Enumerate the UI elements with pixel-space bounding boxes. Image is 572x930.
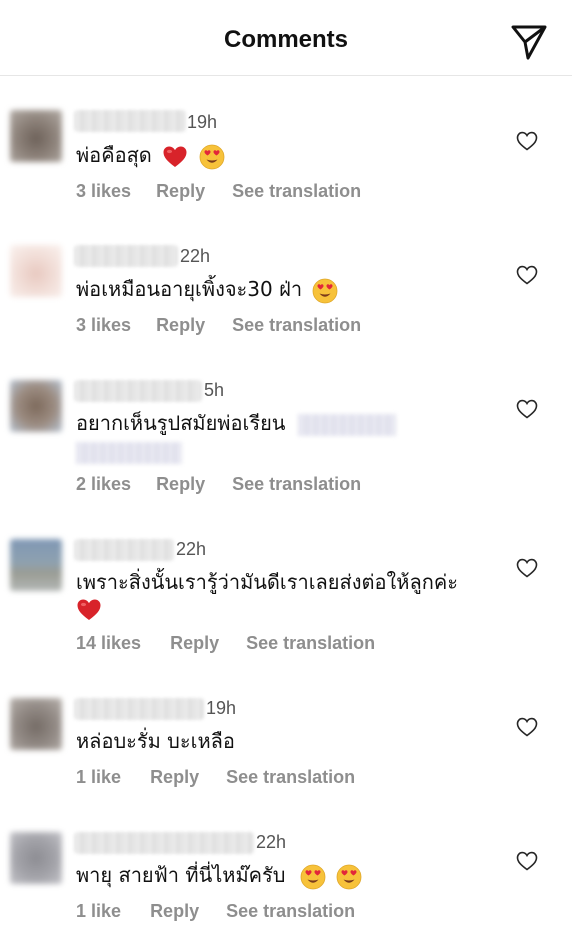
see-translation-button[interactable]: See translation [232, 474, 361, 494]
comment-body: หล่อบะรั่ม บะเหลือ [76, 729, 235, 753]
mention-blurred[interactable] [297, 413, 396, 436]
comment-actions: 14 likes Reply See translation [76, 633, 375, 654]
red-heart-icon [76, 597, 102, 623]
like-heart-icon[interactable] [516, 131, 538, 151]
reply-button[interactable]: Reply [156, 181, 205, 201]
reply-button[interactable]: Reply [150, 767, 199, 787]
comment-timestamp: 19h [187, 112, 218, 132]
reply-button[interactable]: Reply [156, 315, 205, 335]
avatar[interactable] [10, 110, 62, 162]
likes-count[interactable]: 3 likes [76, 181, 131, 201]
comment-text-line2 [76, 594, 102, 623]
username-blurred[interactable] [74, 539, 174, 561]
red-heart-icon [162, 144, 188, 170]
comment-timestamp: 19h [206, 698, 237, 718]
likes-count[interactable]: 3 likes [76, 315, 131, 335]
username-blurred[interactable] [74, 698, 204, 720]
comment-actions: 1 like Reply See translation [76, 901, 355, 922]
header: Comments [0, 0, 572, 76]
comment-text: อยากเห็นรูปสมัยพ่อเรียน [76, 409, 396, 437]
like-heart-icon[interactable] [516, 558, 538, 578]
comment-text-line2 [76, 437, 182, 465]
heart-eyes-icon [312, 278, 338, 304]
comment-body: พ่อคือสุด [76, 143, 152, 167]
comment-actions: 3 likes Reply See translation [76, 181, 361, 202]
comment-body: พายุ สายฟ้า ที่นี่ไหม๊ครับ [76, 863, 286, 887]
like-heart-icon[interactable] [516, 399, 538, 419]
comment-actions: 1 like Reply See translation [76, 767, 355, 788]
username-blurred[interactable] [74, 110, 186, 132]
like-heart-icon[interactable] [516, 851, 538, 871]
comment-text: หล่อบะรั่ม บะเหลือ [76, 727, 235, 755]
comment-actions: 2 likes Reply See translation [76, 474, 361, 495]
like-heart-icon[interactable] [516, 717, 538, 737]
comment-text: พายุ สายฟ้า ที่นี่ไหม๊ครับ [76, 861, 362, 890]
comment-body: อยากเห็นรูปสมัยพ่อเรียน [76, 411, 286, 435]
comment-text: เพราะสิ่งนั้นเรารู้ว่ามันดีเราเลยส่งต่อใ… [76, 568, 458, 596]
comment-body: พ่อเหมือนอายุเพิ้งจะ30 ฝ่า [76, 277, 303, 301]
heart-eyes-icon [199, 144, 225, 170]
username-blurred[interactable] [74, 832, 254, 854]
comment-body: เพราะสิ่งนั้นเรารู้ว่ามันดีเราเลยส่งต่อใ… [76, 570, 458, 594]
reply-button[interactable]: Reply [170, 633, 219, 653]
heart-eyes-icon [300, 864, 326, 890]
like-heart-icon[interactable] [516, 265, 538, 285]
comment-timestamp: 22h [256, 832, 287, 852]
reply-button[interactable]: Reply [156, 474, 205, 494]
comment-text: พ่อเหมือนอายุเพิ้งจะ30 ฝ่า [76, 275, 338, 304]
comment-timestamp: 5h [204, 380, 225, 400]
see-translation-button[interactable]: See translation [232, 315, 361, 335]
page-title: Comments [223, 26, 349, 53]
reply-button[interactable]: Reply [150, 901, 199, 921]
comment-text: พ่อคือสุด [76, 141, 225, 170]
avatar[interactable] [10, 380, 62, 432]
avatar[interactable] [10, 539, 62, 591]
comment-timestamp: 22h [180, 246, 211, 266]
see-translation-button[interactable]: See translation [226, 767, 355, 787]
username-blurred[interactable] [74, 380, 202, 402]
likes-count[interactable]: 14 likes [76, 633, 141, 653]
comment-actions: 3 likes Reply See translation [76, 315, 361, 336]
see-translation-button[interactable]: See translation [246, 633, 375, 653]
comment-timestamp: 22h [176, 539, 207, 559]
avatar[interactable] [10, 698, 62, 750]
see-translation-button[interactable]: See translation [226, 901, 355, 921]
see-translation-button[interactable]: See translation [232, 181, 361, 201]
likes-count[interactable]: 1 like [76, 901, 121, 921]
mention-blurred[interactable] [76, 441, 182, 464]
avatar[interactable] [10, 245, 62, 297]
likes-count[interactable]: 1 like [76, 767, 121, 787]
likes-count[interactable]: 2 likes [76, 474, 131, 494]
heart-eyes-icon [336, 864, 362, 890]
avatar[interactable] [10, 832, 62, 884]
direct-share-icon[interactable] [508, 22, 550, 62]
username-blurred[interactable] [74, 245, 178, 267]
